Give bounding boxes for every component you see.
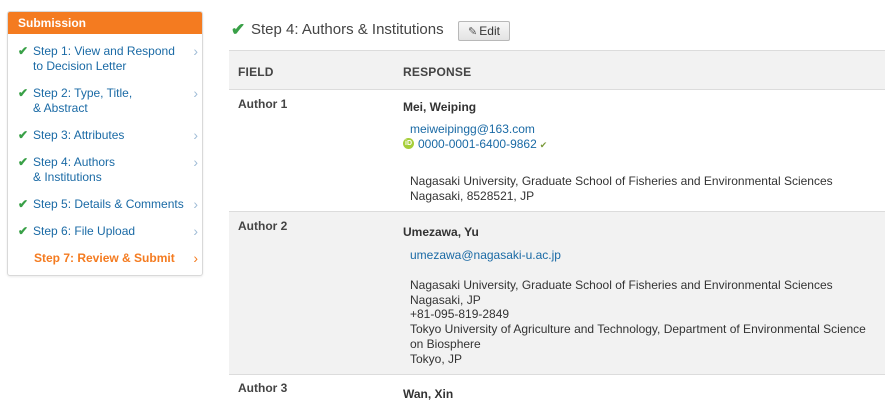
table-row: Author 1 Mei, Weiping meiweipingg@163.co… [229,89,885,212]
step-label: Step 6: File Upload [33,224,136,238]
sidebar-title: Submission [8,12,202,34]
institution-text: Nagasaki University, Graduate School of … [410,278,833,292]
chevron-right-icon: › [193,196,198,212]
sidebar-step-1[interactable]: ✔ Step 1: View and Respond to Decision L… [18,44,198,74]
chevron-right-icon: › [193,85,198,101]
submission-sidebar: Submission ✔ Step 1: View and Respond to… [7,11,203,276]
institution-text: Nagasaki University, Graduate School of … [410,174,833,188]
step-label: Step 5: Details & Comments [33,197,184,211]
table-header: FIELD RESPONSE [229,50,885,90]
phone-text: +81-095-819-2849 [410,307,510,321]
address-text: Nagasaki, 8528521, JP [410,189,535,203]
sidebar-step-6[interactable]: ✔ Step 6: File Upload › [18,224,198,239]
table-row: Author 2 Umezawa, Yu umezawa@nagasaki-u.… [229,212,885,375]
check-icon: ✔ [18,224,29,238]
author-email-link[interactable]: umezawa@nagasaki-u.ac.jp [410,248,561,262]
check-icon: ✔ [18,197,29,211]
pencil-icon: ✎ [468,26,478,38]
table-row: Author 3 Wan, Xin [229,375,885,415]
sidebar-step-3[interactable]: ✔ Step 3: Attributes › [18,128,198,143]
field-label: Author 1 [238,97,288,111]
author-name: Wan, Xin [403,387,454,401]
field-label: Author 3 [238,381,288,395]
step-label: Step 3: Attributes [33,128,125,142]
step-label: Step 4: Authors & Institutions [33,155,116,184]
orcid-icon: iD [403,138,414,150]
response-column-header: RESPONSE [403,65,472,79]
sidebar-step-4[interactable]: ✔ Step 4: Authors & Institutions › [18,155,198,185]
sidebar-step-2[interactable]: ✔ Step 2: Type, Title, & Abstract › [18,86,198,116]
check-icon: ✔ [18,128,29,142]
institution-text-continued: on Biosphere [410,337,481,351]
chevron-right-icon: › [193,154,198,170]
check-icon: ✔ [18,155,29,169]
check-icon: ✔ [231,20,246,39]
step-label: Step 7: Review & Submit [34,251,175,265]
chevron-right-icon: › [193,250,198,266]
step-label: Step 2: Type, Title, & Abstract [33,86,133,115]
sidebar-step-5[interactable]: ✔ Step 5: Details & Comments › [18,197,198,212]
address-text: Nagasaki, JP [410,293,481,307]
check-icon: ✔ [18,86,29,100]
author-name: Mei, Weiping [403,100,477,114]
step-label: Step 1: View and Respond to Decision Let… [33,44,175,73]
chevron-right-icon: › [193,43,198,59]
verified-check-icon: ✔ [539,140,548,150]
field-column-header: FIELD [238,65,274,79]
institution-text: Tokyo University of Agriculture and Tech… [410,322,866,336]
field-label: Author 2 [238,219,288,233]
address-text: Tokyo, JP [410,352,463,366]
chevron-right-icon: › [193,223,198,239]
check-icon: ✔ [18,44,29,58]
chevron-right-icon: › [193,127,198,143]
sidebar-step-7-current[interactable]: Step 7: Review & Submit › [18,251,198,266]
orcid-line: iD 0000-0001-6400-9862 ✔ [403,137,547,151]
author-email-link[interactable]: meiweipingg@163.com [410,122,535,136]
edit-button-label: Edit [479,24,500,38]
orcid-link[interactable]: 0000-0001-6400-9862 [418,137,537,151]
page-title: Step 4: Authors & Institutions [251,21,444,38]
author-name: Umezawa, Yu [403,225,479,239]
edit-button[interactable]: ✎ Edit [458,21,510,41]
